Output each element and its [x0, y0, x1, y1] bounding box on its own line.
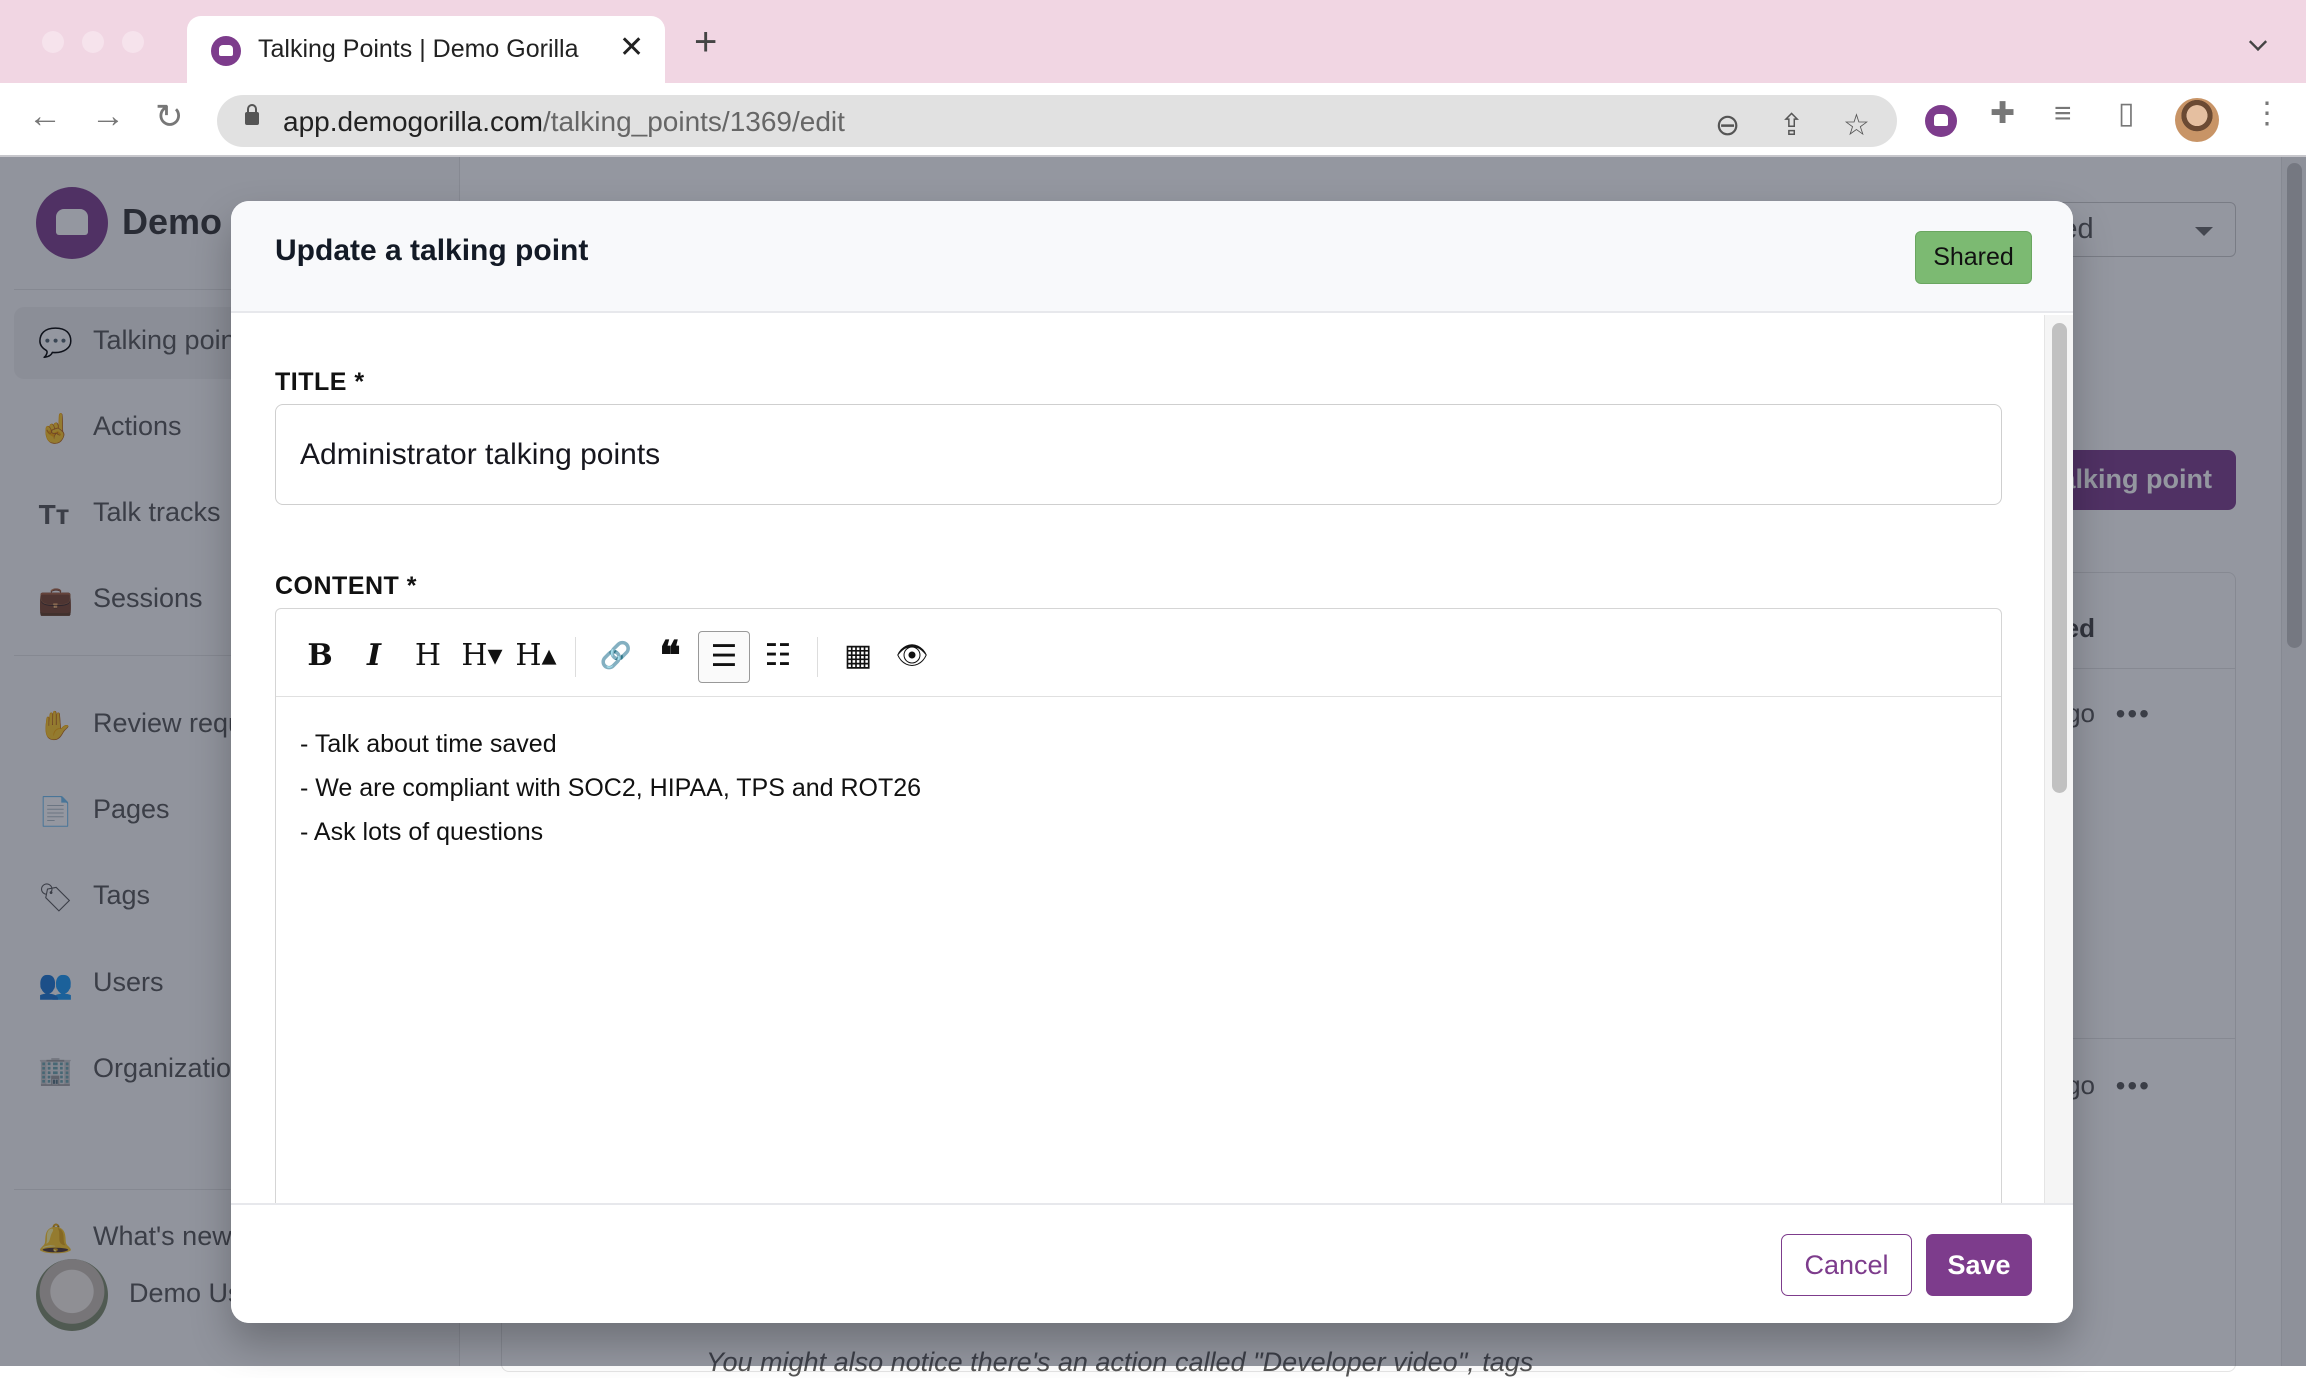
tab-close-icon[interactable]: ✕ [619, 30, 644, 65]
back-icon[interactable]: ← [28, 97, 62, 136]
italic-icon[interactable]: I [348, 631, 400, 683]
modal-footer: Cancel Save [231, 1203, 2073, 1323]
content-line: - We are compliant with SOC2, HIPAA, TPS… [300, 774, 922, 802]
heading-smaller-icon[interactable]: H▾ [456, 631, 508, 683]
browser-tab-bar: Talking Points | Demo Gorilla ✕ + [0, 0, 2306, 83]
window-zoom-dot[interactable] [122, 31, 144, 53]
new-tab-button[interactable]: + [694, 22, 717, 62]
bookmark-star-icon[interactable]: ☆ [1843, 111, 1870, 141]
modal-body: TITLE * CONTENT * B I H H▾ H▴ 🔗 ❝ ☰ ☷ ▦ [231, 315, 2073, 1228]
zoom-icon[interactable]: ⊖ [1715, 111, 1740, 141]
url-path: /talking_points/1369/edit [542, 106, 845, 137]
modal-header: Update a talking point Shared [231, 201, 2073, 313]
browser-menu-icon[interactable]: ⋮ [2252, 99, 2282, 129]
quote-icon[interactable]: ❝ [644, 631, 696, 683]
toolbar-separator [817, 637, 818, 677]
preview-eye-icon[interactable]: 👁 [886, 631, 938, 683]
url-text: app.demogorilla.com/talking_points/1369/… [283, 106, 845, 138]
update-talking-point-modal: Update a talking point Shared TITLE * CO… [231, 201, 2073, 1323]
browser-tab-active[interactable]: Talking Points | Demo Gorilla ✕ [187, 16, 665, 83]
reload-icon[interactable]: ↻ [155, 97, 184, 137]
modal-scrollbar-thumb[interactable] [2052, 323, 2067, 793]
table-icon[interactable]: ▦ [832, 631, 884, 683]
title-input[interactable] [275, 404, 2002, 505]
cancel-button[interactable]: Cancel [1781, 1234, 1912, 1296]
lock-icon [245, 104, 259, 125]
markdown-editor: B I H H▾ H▴ 🔗 ❝ ☰ ☷ ▦ 👁 - Talk about tim… [275, 608, 2002, 1228]
tab-search-chevron-icon[interactable] [2248, 32, 2268, 52]
demo-gorilla-extension-icon[interactable] [1925, 105, 1957, 137]
heading-icon[interactable]: H [402, 631, 454, 683]
side-panel-icon[interactable]: ▯ [2118, 99, 2135, 129]
link-icon[interactable]: 🔗 [590, 631, 642, 683]
share-icon[interactable]: ⇪ [1779, 111, 1804, 141]
media-queue-icon[interactable]: ≡ [2054, 99, 2072, 129]
window-close-dot[interactable] [42, 31, 64, 53]
extensions-puzzle-icon[interactable]: ✚ [1990, 99, 2015, 129]
demo-gorilla-favicon [211, 36, 241, 66]
editor-content[interactable]: - Talk about time saved - We are complia… [300, 722, 921, 854]
ordered-list-icon[interactable]: ☷ [752, 631, 804, 683]
forward-icon[interactable]: → [91, 97, 125, 136]
app: Demo Gorilla 💬 Talking points ☝ Actions … [0, 157, 2306, 1377]
profile-avatar[interactable] [2175, 98, 2219, 142]
url-domain: app.demogorilla.com [283, 106, 543, 137]
window-minimize-dot[interactable] [82, 31, 104, 53]
unordered-list-icon[interactable]: ☰ [698, 631, 750, 683]
address-bar[interactable]: app.demogorilla.com/talking_points/1369/… [217, 95, 1897, 147]
content-label: CONTENT * [275, 572, 417, 600]
toolbar-separator [575, 637, 576, 677]
save-button[interactable]: Save [1926, 1234, 2032, 1296]
content-line: - Ask lots of questions [300, 818, 544, 846]
content-line: - Talk about time saved [300, 730, 557, 758]
shared-toggle-button[interactable]: Shared [1915, 231, 2032, 284]
browser-toolbar: ← → ↻ app.demogorilla.com/talking_points… [0, 83, 2306, 157]
title-label: TITLE * [275, 368, 365, 396]
tab-title: Talking Points | Demo Gorilla [258, 35, 579, 63]
bold-icon[interactable]: B [294, 631, 346, 683]
modal-title: Update a talking point [275, 234, 589, 267]
heading-bigger-icon[interactable]: H▴ [510, 631, 562, 683]
editor-toolbar: B I H H▾ H▴ 🔗 ❝ ☰ ☷ ▦ 👁 [276, 609, 2001, 697]
modal-scrollbar[interactable] [2044, 315, 2073, 1203]
